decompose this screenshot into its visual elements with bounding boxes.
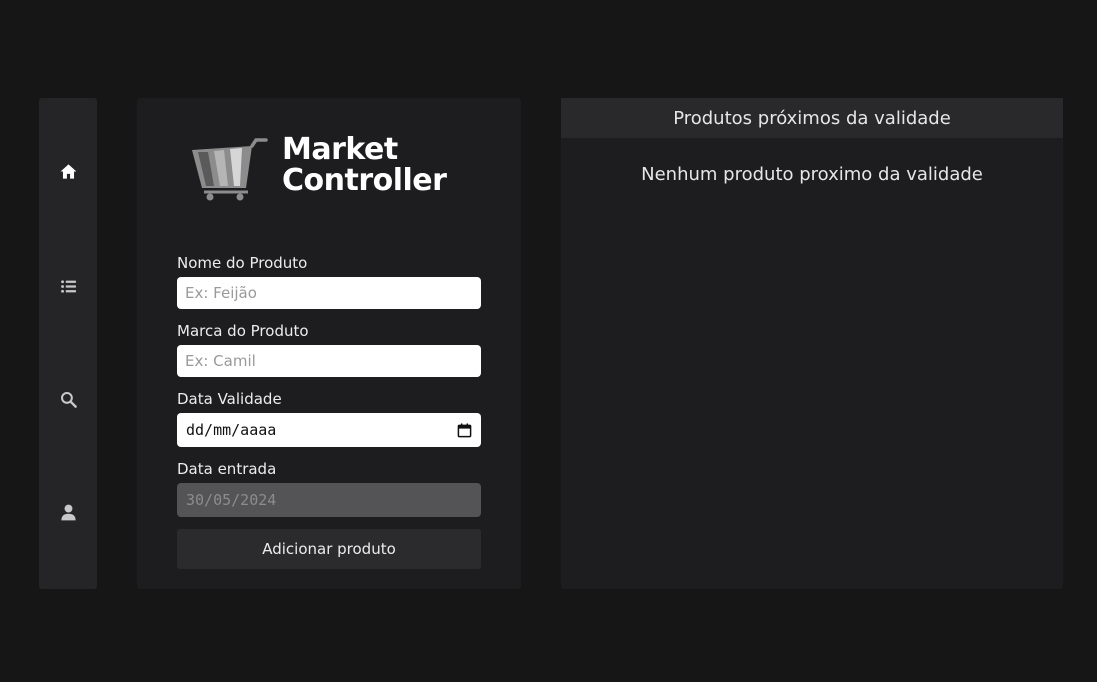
search-icon	[60, 391, 77, 408]
expiry-date-label: Data Validade	[177, 390, 282, 408]
shopping-cart-logo-icon	[192, 138, 268, 201]
expiring-products-title: Produtos próximos da validade	[561, 98, 1063, 138]
expiry-date-input[interactable]: dd/mm/aaaa	[177, 413, 481, 447]
expiry-date-value: dd/mm/aaaa	[186, 421, 277, 439]
sidebar-item-list[interactable]	[39, 268, 97, 304]
add-product-button[interactable]: Adicionar produto	[177, 529, 481, 569]
logo-line-market: Market	[282, 132, 398, 167]
logo-line-controller: Controller	[282, 163, 447, 198]
product-name-label: Nome do Produto	[177, 254, 308, 272]
entry-date-value: 30/05/2024	[186, 491, 277, 509]
product-form-panel: Market Controller Nome do Produto Marca …	[137, 98, 521, 589]
user-icon	[60, 504, 76, 520]
sidebar-item-search[interactable]	[39, 381, 97, 417]
sidebar-item-user[interactable]	[39, 494, 97, 530]
entry-date-label: Data entrada	[177, 460, 277, 478]
home-icon	[60, 163, 76, 179]
calendar-icon[interactable]	[457, 422, 472, 438]
sidebar-nav	[39, 98, 97, 589]
logo-wordmark: Market Controller	[282, 132, 447, 198]
list-icon	[60, 279, 76, 293]
entry-date-input: 30/05/2024	[177, 483, 481, 517]
sidebar-item-home[interactable]	[39, 153, 97, 189]
empty-list-message: Nenhum produto proximo da validade	[641, 164, 983, 185]
expiring-products-panel: Produtos próximos da validade Nenhum pro…	[561, 98, 1063, 589]
product-brand-input[interactable]	[177, 345, 481, 377]
product-brand-label: Marca do Produto	[177, 322, 309, 340]
market-controller-logo: Market Controller	[190, 132, 470, 204]
product-name-input[interactable]	[177, 277, 481, 309]
